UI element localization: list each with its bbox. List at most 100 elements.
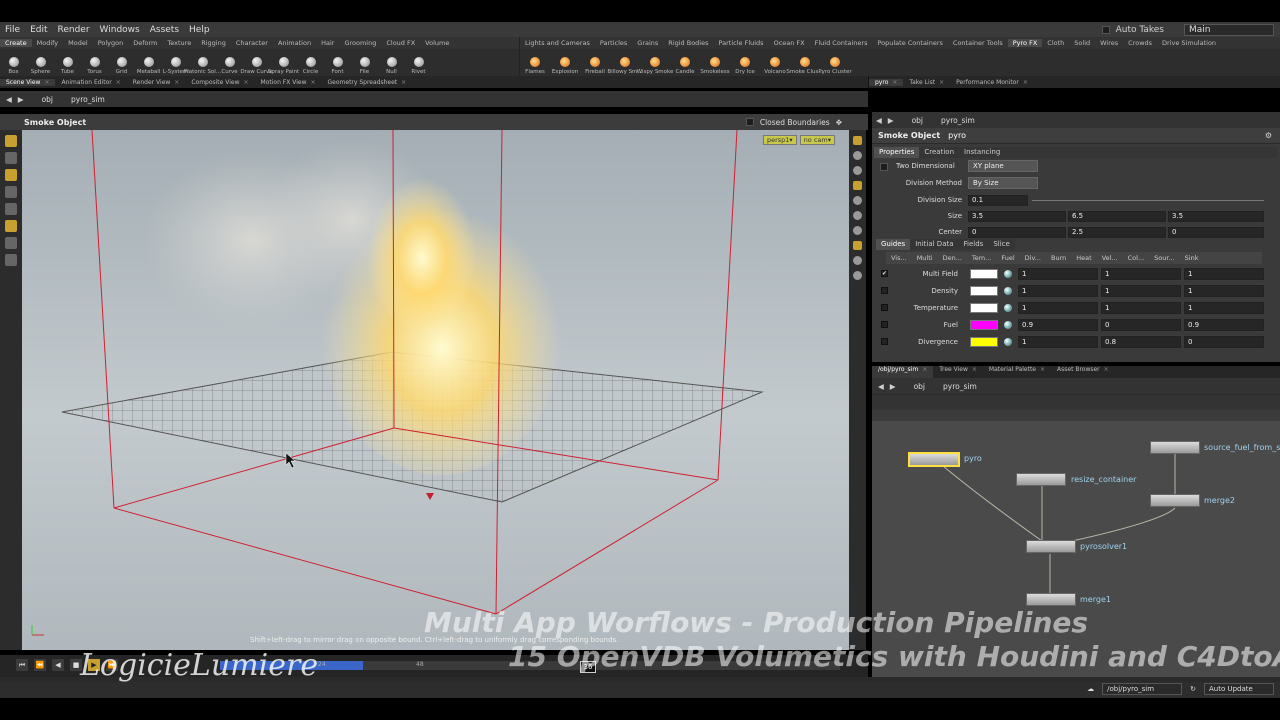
lighting-icon[interactable] — [853, 166, 862, 175]
bound-handle-icon[interactable] — [426, 493, 434, 500]
ghost-icon[interactable] — [853, 181, 862, 190]
view-tool-icon[interactable] — [5, 203, 17, 215]
net-path-obj[interactable]: obj — [914, 382, 925, 391]
guide-col-vis[interactable]: Vis... — [886, 252, 912, 264]
menu-edit[interactable]: Edit — [25, 25, 52, 35]
close-icon[interactable]: × — [116, 79, 121, 86]
guide-color-swatch[interactable] — [970, 320, 998, 330]
forward-icon[interactable]: ▶ — [18, 95, 24, 104]
refresh-icon[interactable]: ↻ — [1190, 685, 1196, 693]
tool-grid[interactable]: Grid — [108, 49, 135, 76]
shelf-tab-populate-containers[interactable]: Populate Containers — [872, 39, 947, 47]
guide-color-swatch[interactable] — [970, 303, 998, 313]
param-tab-creation[interactable]: Creation — [919, 147, 959, 158]
tool-tube[interactable]: Tube — [54, 49, 81, 76]
color-wheel-icon[interactable] — [1004, 304, 1012, 312]
node-resize-container[interactable] — [1016, 473, 1066, 486]
close-icon[interactable]: × — [1040, 366, 1045, 373]
shelf-tab-crowds[interactable]: Crowds — [1123, 39, 1157, 47]
guide-col-tem[interactable]: Tem... — [967, 252, 996, 264]
close-icon[interactable]: × — [972, 366, 977, 373]
guide-visible-checkbox[interactable] — [881, 304, 888, 311]
guide-col-col[interactable]: Col... — [1123, 252, 1150, 264]
param-forward-icon[interactable]: ▶ — [888, 116, 894, 125]
guide-value-field[interactable]: 1 — [1101, 268, 1181, 280]
auto-update-select[interactable]: Auto Update — [1204, 683, 1274, 695]
tool-wispy-smoke[interactable]: Wispy Smoke — [637, 49, 673, 76]
guide-value-field[interactable]: 0 — [1101, 319, 1181, 331]
display-icon[interactable] — [853, 151, 862, 160]
shelf-tab-drive-simulation[interactable]: Drive Simulation — [1157, 39, 1221, 47]
center-y-field[interactable]: 2.5 — [1068, 227, 1166, 238]
guide-col-burn[interactable]: Burn — [1046, 252, 1071, 264]
shelf-tab-grooming[interactable]: Grooming — [339, 39, 381, 47]
color-wheel-icon[interactable] — [1004, 287, 1012, 295]
guide-value-field[interactable]: 1 — [1101, 285, 1181, 297]
shelf-tab-fluid-containers[interactable]: Fluid Containers — [810, 39, 873, 47]
node-pyro[interactable] — [909, 453, 959, 466]
guide-value-field[interactable]: 1 — [1184, 285, 1264, 297]
tool-platonic-sol[interactable]: Platonic Sol... — [184, 49, 221, 76]
param-path-obj[interactable]: obj — [912, 116, 923, 125]
pane-tab-motion-fx-view[interactable]: Motion FX View × — [255, 79, 322, 86]
size-z-field[interactable]: 3.5 — [1168, 211, 1264, 222]
division-size-slider[interactable] — [1032, 200, 1264, 201]
shelf-tab-animation[interactable]: Animation — [273, 39, 316, 47]
camera-icon[interactable] — [853, 241, 862, 250]
tool-pyro-cluster[interactable]: Pyro Cluster — [818, 49, 852, 76]
shelf-tab-create[interactable]: Create — [0, 39, 32, 47]
pane-tab-scene-view[interactable]: Scene View × — [0, 78, 56, 86]
menu-help[interactable]: Help — [184, 25, 215, 35]
division-method-select[interactable]: By Size — [968, 177, 1038, 189]
node-source-fuel[interactable] — [1150, 441, 1200, 454]
pane-tab-render-view[interactable]: Render View × — [127, 79, 186, 86]
play-reverse-button[interactable]: ◀ — [52, 659, 64, 671]
guide-visible-checkbox[interactable] — [881, 321, 888, 328]
shelf-tab-particles[interactable]: Particles — [595, 39, 632, 47]
closed-boundaries-checkbox[interactable] — [745, 118, 754, 126]
guide-col-den[interactable]: Den... — [938, 252, 967, 264]
guide-value-field[interactable]: 1 — [1184, 302, 1264, 314]
pane-tab-animation-editor[interactable]: Animation Editor × — [55, 79, 126, 86]
tool-explosion[interactable]: Explosion — [550, 49, 580, 76]
guide-value-field[interactable]: 1 — [1184, 268, 1264, 280]
menu-assets[interactable]: Assets — [145, 25, 184, 35]
guide-visible-checkbox[interactable] — [881, 287, 888, 294]
shelf-tab-solid[interactable]: Solid — [1069, 39, 1095, 47]
lock-icon[interactable] — [853, 136, 862, 145]
tool-candle[interactable]: Candle — [670, 49, 700, 76]
shelf-tab-deform[interactable]: Deform — [128, 39, 162, 47]
plane-select[interactable]: XY plane — [968, 160, 1038, 172]
close-icon[interactable]: × — [922, 366, 927, 373]
shelf-tab-polygon[interactable]: Polygon — [93, 39, 129, 47]
shelf-tab-ocean-fx[interactable]: Ocean FX — [769, 39, 810, 47]
shelf-tab-texture[interactable]: Texture — [162, 39, 196, 47]
tool-dry-ice[interactable]: Dry Ice — [730, 49, 760, 76]
prev-key-button[interactable]: ⏪ — [34, 659, 46, 671]
close-icon[interactable]: × — [401, 79, 406, 86]
network-tab-obj-pyro-sim[interactable]: /obj/pyro_sim × — [872, 366, 934, 378]
close-icon[interactable]: × — [1023, 79, 1028, 86]
node-merge1[interactable] — [1026, 593, 1076, 606]
param-tab-instancing[interactable]: Instancing — [959, 147, 1005, 158]
center-x-field[interactable]: 0 — [968, 227, 1066, 238]
shelf-tab-model[interactable]: Model — [63, 39, 93, 47]
close-icon[interactable]: × — [174, 79, 179, 86]
guide-visible-checkbox[interactable] — [881, 338, 888, 345]
tool-spray-paint[interactable]: Spray Paint — [268, 49, 299, 76]
tool-null[interactable]: Null — [378, 49, 405, 76]
close-icon[interactable]: × — [311, 79, 316, 86]
wireframe-icon[interactable] — [853, 196, 862, 205]
param-path-pyro-sim[interactable]: pyro_sim — [941, 116, 975, 125]
tool-sphere[interactable]: Sphere — [27, 49, 54, 76]
network-tab-material-palette[interactable]: Material Palette × — [983, 366, 1051, 378]
color-wheel-icon[interactable] — [1004, 338, 1012, 346]
menu-file[interactable]: File — [0, 25, 25, 35]
color-wheel-icon[interactable] — [1004, 270, 1012, 278]
path-pyro-sim[interactable]: pyro_sim — [71, 95, 105, 104]
guide-value-field[interactable]: 0.9 — [1184, 319, 1264, 331]
node-pyrosolver1[interactable] — [1026, 540, 1076, 553]
camera-nocam-button[interactable]: no cam▾ — [799, 135, 835, 145]
tool-flames[interactable]: Flames — [520, 49, 550, 76]
shelf-tab-hair[interactable]: Hair — [316, 39, 339, 47]
